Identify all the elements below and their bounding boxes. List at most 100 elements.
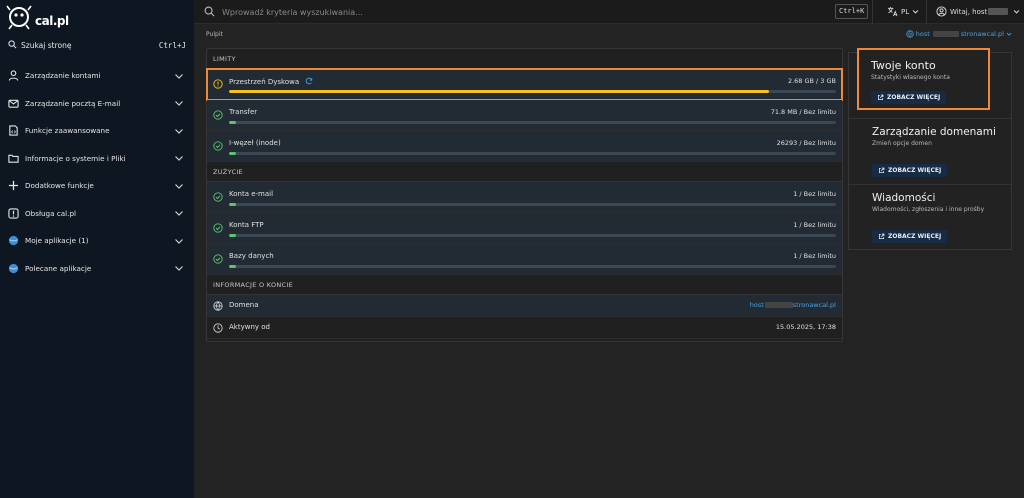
progress-fill [229, 203, 237, 206]
info-row-domain: Domena host stronawcal.pl [207, 295, 842, 317]
sidebar-item-extra[interactable]: Dodatkowe funkcje [0, 172, 194, 200]
card-subtitle: Wiadomości, zgłoszenia i inne prośby [872, 206, 985, 213]
sidebar-item-accounts[interactable]: Zarządzanie kontami [0, 62, 194, 90]
card-title: Twoje konto [871, 59, 936, 72]
sidebar-search[interactable]: Szukaj stronę Ctrl+J [8, 37, 186, 53]
check-circle-icon [213, 254, 223, 264]
limit-row-disk[interactable]: Przestrzeń Dyskowa 2.68 GB / 3 GB [206, 68, 843, 101]
globe-icon [213, 301, 223, 311]
logo-text: cal.pl [35, 14, 69, 28]
user-menu[interactable]: Witaj, host [936, 6, 1020, 17]
limit-value: 26293 / Bez limitu [776, 139, 836, 147]
section-header-usage: ZUŻYCIE [207, 162, 842, 182]
external-link-icon [879, 167, 885, 173]
card-your-account: Twoje konto Statystyki własnego konta ZO… [857, 48, 990, 110]
sidebar: cal.pl Szukaj stronę Ctrl+J Zarządzanie … [0, 0, 194, 498]
sidebar-item-my-apps[interactable]: Moje aplikacje (1) [0, 227, 194, 255]
chevron-down-icon [175, 266, 183, 272]
chevron-down-icon [175, 183, 183, 189]
usage-row-email[interactable]: Konta e-mail 1 / Bez limitu [207, 182, 842, 213]
card-title: Zarządzanie domenami [872, 126, 996, 138]
sidebar-item-label: Zarządzanie pocztą E-mail [25, 98, 121, 108]
stats-panel: LIMITY Przestrzeń Dyskowa 2.68 GB / 3 GB… [206, 48, 843, 342]
domain-prefix: host [915, 30, 930, 38]
limit-label: Przestrzeń Dyskowa [229, 77, 313, 86]
card-subtitle: Statystyki własnego konta [871, 74, 950, 81]
check-circle-icon [213, 192, 223, 202]
translate-icon [887, 6, 898, 17]
check-circle-icon [213, 223, 223, 233]
usage-row-ftp[interactable]: Konta FTP 1 / Bez limitu [207, 213, 842, 244]
progress-fill [229, 121, 237, 124]
redacted-domain [764, 302, 793, 308]
divider [872, 0, 873, 24]
progress-bar [229, 90, 836, 93]
language-selector[interactable]: PL [887, 6, 919, 17]
domain-link[interactable]: host stronawcal.pl [750, 301, 836, 309]
plus-icon [7, 180, 19, 192]
chevron-down-icon [912, 10, 919, 14]
limit-value: 2.68 GB / 3 GB [787, 77, 836, 85]
usage-label: Konta e-mail [229, 190, 274, 198]
chevron-down-icon [175, 73, 183, 79]
clock-icon [213, 323, 223, 333]
usage-value: 1 / Bez limitu [793, 190, 836, 198]
sidebar-nav: Zarządzanie kontami Zarządzanie pocztą E… [0, 62, 194, 282]
breadcrumb[interactable]: Pulpit [206, 31, 223, 38]
search-input[interactable] [222, 5, 622, 19]
sidebar-search-shortcut: Ctrl+J [158, 40, 186, 50]
search-icon [204, 6, 215, 17]
topbar: Ctrl+K PL Witaj, host [194, 0, 1024, 24]
sidebar-item-email[interactable]: Zarządzanie pocztą E-mail [0, 90, 194, 118]
folder-icon [7, 152, 19, 164]
card-messages: Wiadomości Wiadomości, zgłoszenia i inne… [849, 185, 1011, 251]
card-subtitle: Zmień opcje domen [872, 140, 932, 147]
sidebar-item-label: Moje aplikacje (1) [25, 236, 89, 246]
alert-icon [7, 207, 19, 219]
see-more-button[interactable]: ZOBACZ WIĘCEJ [871, 91, 947, 104]
sidebar-item-label: Obsługa cal.pl [25, 208, 77, 218]
progress-bar [229, 234, 836, 237]
progress-fill [229, 265, 237, 268]
user-greeting: Witaj, host [950, 7, 988, 16]
refresh-icon[interactable] [305, 77, 313, 85]
chevron-down-icon [175, 128, 183, 134]
limit-row-transfer[interactable]: Transfer 71.8 MB / Bez limitu [207, 100, 842, 131]
globe-icon [906, 30, 914, 38]
see-more-button[interactable]: ZOBACZ WIĘCEJ [872, 230, 948, 243]
card-domains: Zarządzanie domenami Zmień opcje domen Z… [849, 119, 1011, 185]
usage-row-databases[interactable]: Bazy danych 1 / Bez limitu [207, 244, 842, 275]
domain-selector[interactable]: host stronawcal.pl [906, 30, 1012, 38]
code-file-icon [7, 125, 19, 137]
check-circle-icon [213, 141, 223, 151]
usage-label: Bazy danych [229, 252, 274, 260]
usage-value: 1 / Bez limitu [793, 221, 836, 229]
cal-logo[interactable]: cal.pl [6, 4, 69, 30]
search-icon [8, 40, 18, 50]
app-globe-icon [7, 262, 19, 274]
sidebar-item-label: Informacje o systemie i Pliki [25, 153, 126, 163]
limit-label: Transfer [229, 108, 258, 116]
redacted-username [988, 8, 1009, 15]
limit-row-inode[interactable]: I-węzeł (inode) 26293 / Bez limitu [207, 131, 842, 162]
sidebar-item-recommended-apps[interactable]: Polecane aplikacje [0, 255, 194, 283]
sidebar-item-support[interactable]: Obsługa cal.pl [0, 200, 194, 228]
sidebar-item-label: Funkcje zaawansowane [25, 126, 110, 136]
redacted-domain [932, 31, 959, 37]
progress-bar [229, 121, 836, 124]
app-globe-icon [7, 235, 19, 247]
limit-value: 71.8 MB / Bez limitu [770, 108, 836, 116]
mail-icon [7, 97, 19, 109]
sidebar-item-system-files[interactable]: Informacje o systemie i Pliki [0, 145, 194, 173]
see-more-button[interactable]: ZOBACZ WIĘCEJ [872, 164, 948, 177]
sidebar-item-label: Dodatkowe funkcje [25, 181, 94, 191]
active-since-value: 15.05.2025, 17:38 [775, 323, 836, 331]
chevron-down-icon [1006, 32, 1012, 36]
chevron-down-icon [175, 238, 183, 244]
sidebar-search-label: Szukaj stronę [21, 40, 72, 50]
domain-suffix: stronawcal.pl [960, 30, 1004, 38]
progress-bar [229, 265, 836, 268]
usage-value: 1 / Bez limitu [793, 252, 836, 260]
progress-fill [229, 90, 770, 93]
sidebar-item-advanced[interactable]: Funkcje zaawansowane [0, 117, 194, 145]
